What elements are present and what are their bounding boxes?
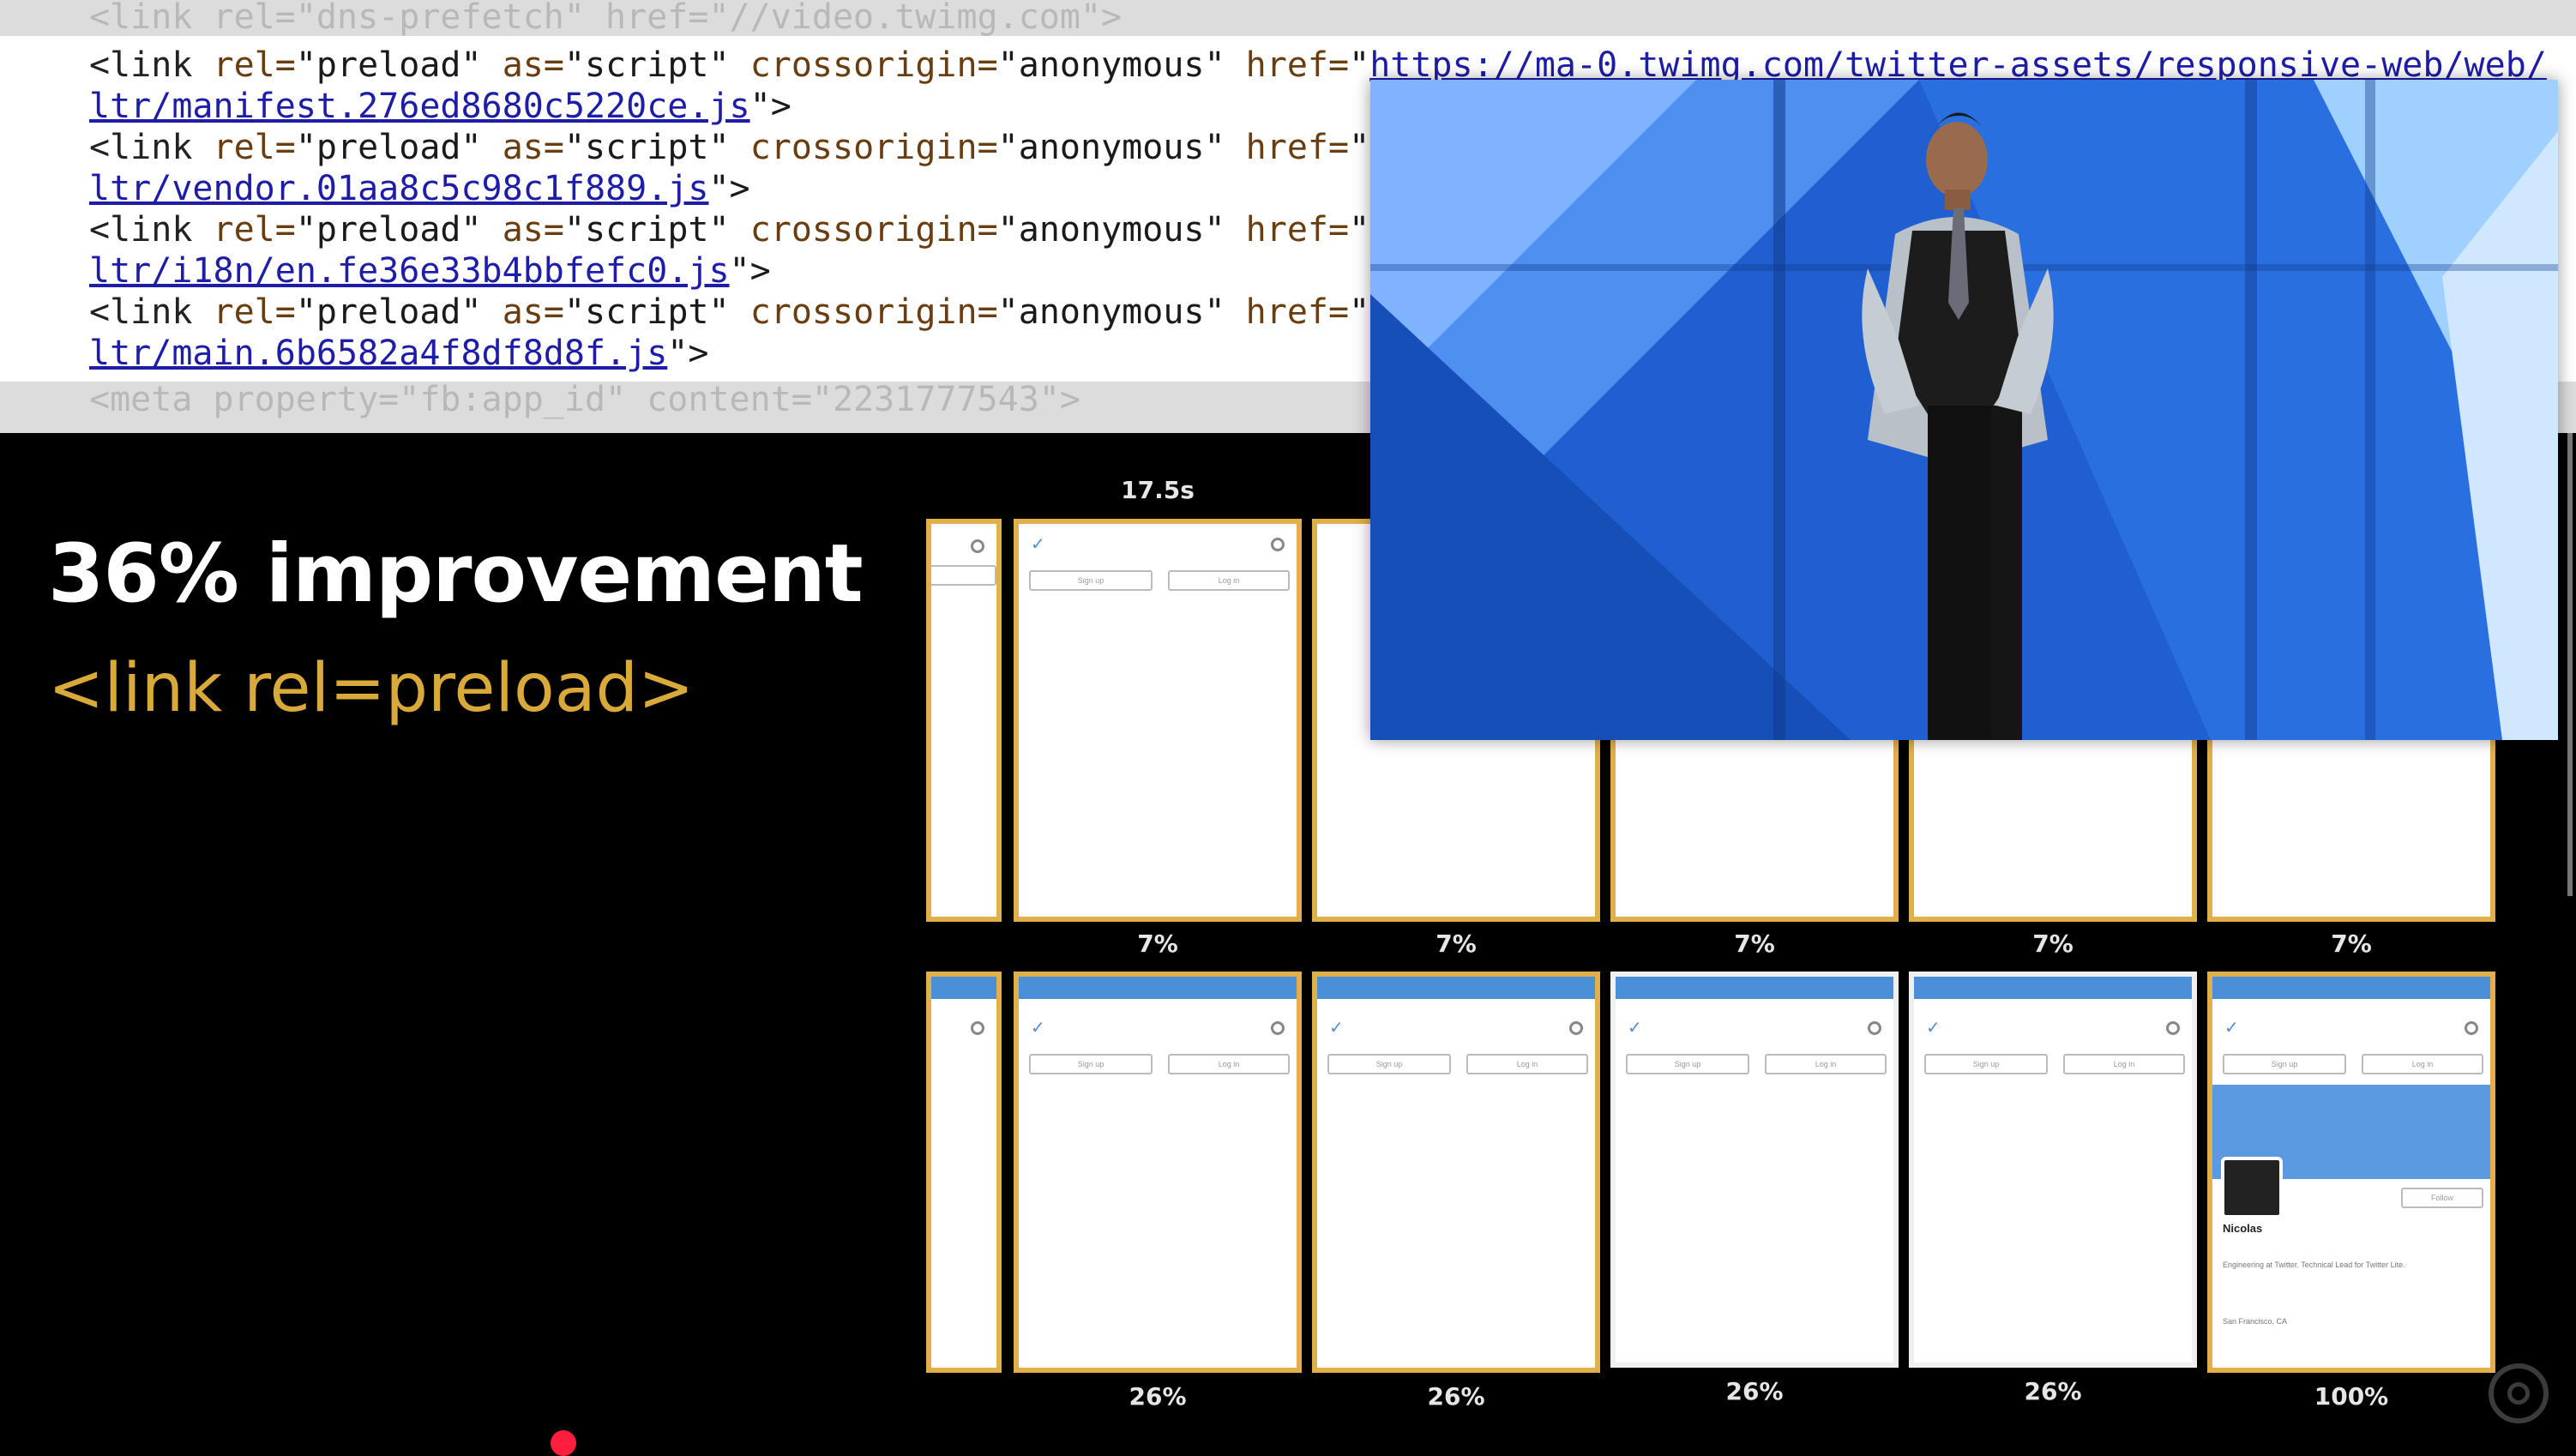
scrollbar[interactable] [2567,433,2573,896]
twitter-bird-icon: ✓ [1628,1019,1642,1038]
twitter-bird-icon: ✓ [1329,1019,1344,1038]
filmstrip-frame-bottom-2: ✓ Sign up Log in [1312,972,1600,1373]
filmstrip-frame-bottom-3: ✓ Sign up Log in [1610,972,1899,1368]
chrome-logo-icon [2489,1363,2549,1423]
twitter-bird-icon: ✓ [1926,1019,1941,1038]
frame-percent: 26% [2024,1377,2082,1405]
video-progress-handle[interactable] [551,1430,576,1456]
signup-button: Sign up [1327,1054,1451,1074]
frame-percent: 7% [2331,930,2372,958]
login-button: Log in [1765,1054,1887,1074]
filmstrip-frame-bottom-4: ✓ Sign up Log in [1909,972,2197,1368]
frame-top-bar [1616,977,1893,999]
signup-button: Sign up [1924,1054,2048,1074]
filmstrip-time-label: 17.5s [1121,476,1195,504]
frame-percent: 7% [1137,930,1178,958]
search-icon [1569,1021,1583,1035]
signup-button: Sign up [1626,1054,1749,1074]
profile-bio: Engineering at Twitter. Technical Lead f… [2223,1260,2405,1269]
frame-percent: 26% [1427,1382,1485,1411]
signup-button: Sign up [2223,1054,2346,1074]
frame-percent: 7% [2032,930,2073,958]
login-button: Log in [1168,1054,1290,1074]
login-button: Log in [2362,1054,2483,1074]
signup-button: Sign up [1029,570,1153,591]
signup-button: Sign up [1029,1054,1153,1074]
frame-percent: 100% [2314,1382,2389,1411]
profile-name: Nicolas [2223,1222,2263,1235]
frame-top-bar [931,977,996,999]
search-icon [1868,1021,1881,1035]
frame-top-bar [1317,977,1595,999]
login-button: Log in [1168,570,1290,591]
avatar [2221,1157,2283,1218]
filmstrip-frame-partial-bottom [926,972,1002,1373]
twitter-bird-icon: ✓ [2224,1019,2239,1038]
frame-percent: 26% [1725,1377,1784,1405]
search-icon [2166,1021,2180,1035]
frame-top-bar [2212,977,2490,999]
profile-location: San Francisco, CA [2223,1317,2288,1326]
frame-top-bar [1914,977,2192,999]
search-icon [971,1021,984,1035]
login-button: Log in [1466,1054,1588,1074]
frame-percent: 26% [1129,1382,1187,1411]
follow-button: Follow [2401,1188,2483,1208]
twitter-bird-icon: ✓ [1031,535,1045,554]
filmstrip-frame-top-1: ✓ Sign up Log in [1014,519,1302,922]
twitter-bird-icon: ✓ [1031,1019,1045,1038]
frame-button [931,565,996,586]
speaker-video-overlay[interactable] [1370,80,2558,740]
search-icon [2465,1021,2478,1035]
search-icon [1271,1021,1285,1035]
filmstrip-frame-bottom-1: ✓ Sign up Log in [1014,972,1302,1373]
frame-percent: 7% [1734,930,1775,958]
speaker-stage-image [1370,80,2558,740]
filmstrip-frame-partial-top [926,519,1002,922]
frame-percent: 7% [1435,930,1477,958]
search-icon [971,539,984,553]
login-button: Log in [2063,1054,2185,1074]
search-icon [1271,538,1285,551]
filmstrip-frame-bottom-5: ✓ Sign up Log in Follow Nicolas Engineer… [2207,972,2495,1373]
frame-top-bar [1019,977,1297,999]
